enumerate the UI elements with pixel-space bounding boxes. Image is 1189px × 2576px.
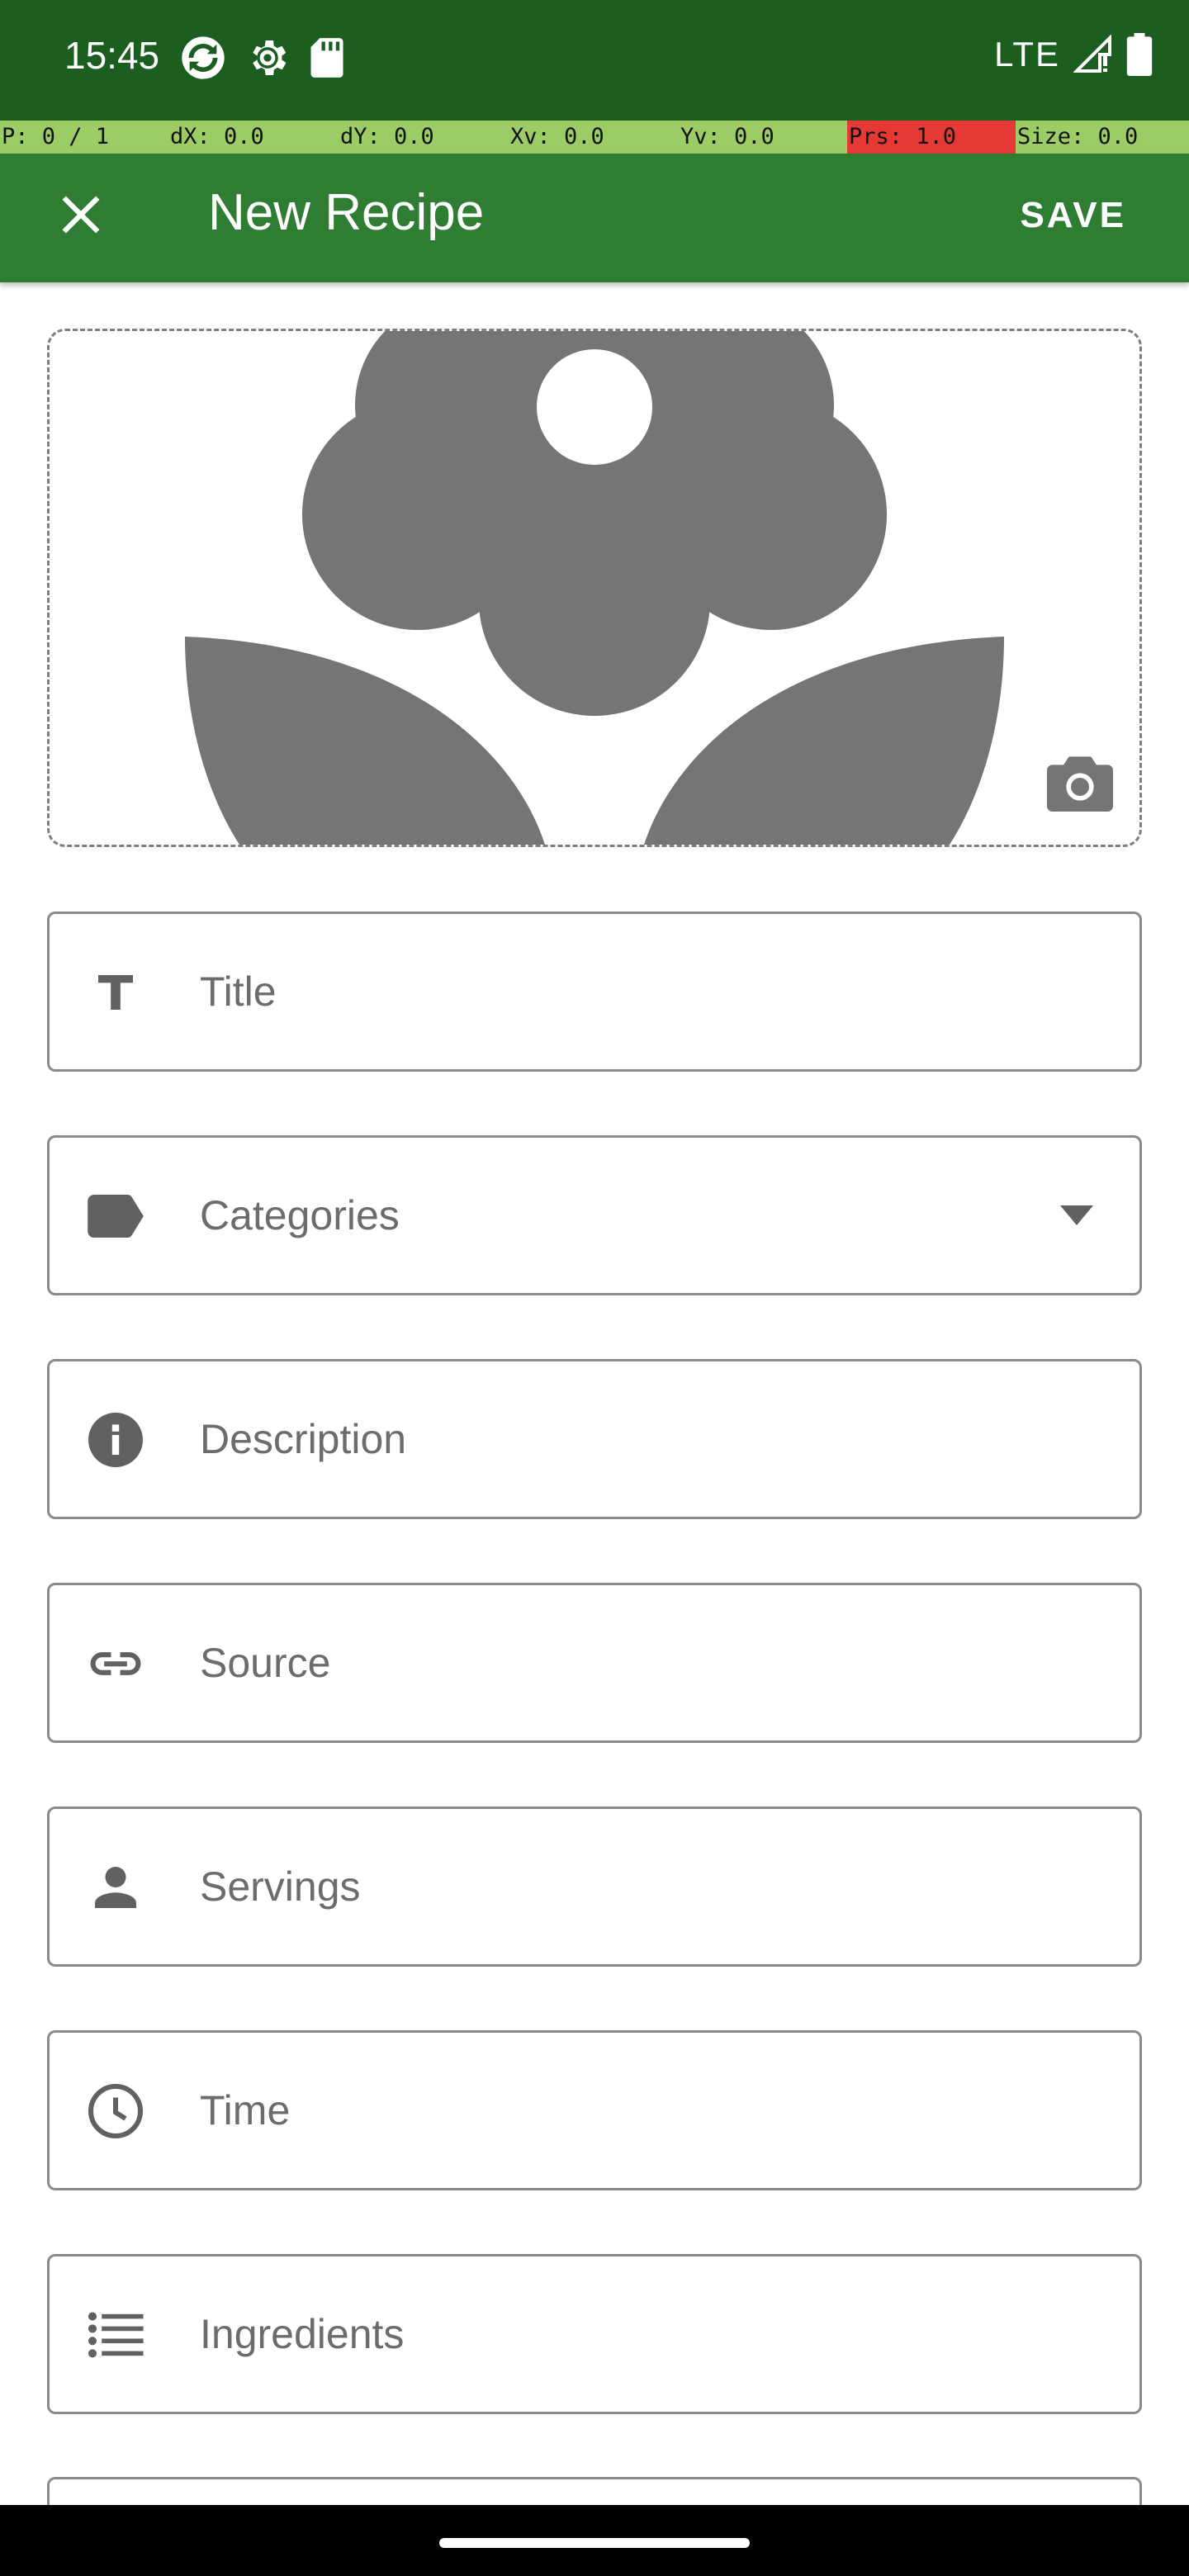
link-icon (90, 1652, 141, 1675)
ingredients-field-label: Ingredients (200, 2311, 405, 2357)
sdcard-icon (310, 38, 343, 78)
battery-icon (1126, 33, 1153, 76)
source-field-label: Source (200, 1640, 331, 1686)
close-button[interactable] (41, 175, 121, 254)
status-notification-icons (180, 35, 345, 81)
recipe-image-picker[interactable] (47, 329, 1142, 847)
camera-button[interactable] (1047, 754, 1113, 812)
camera-icon (1047, 756, 1113, 812)
status-time: 15:45 (64, 34, 160, 77)
clock-icon (88, 2084, 143, 2138)
overlay-pointer-count: P: 0 / 1 (0, 121, 168, 154)
overlay-size: Size: 0.0 (1016, 121, 1189, 154)
network-type: LTE (994, 35, 1060, 73)
servings-field[interactable]: Servings (47, 1807, 1142, 1967)
home-gesture-handle[interactable] (439, 2538, 750, 2548)
servings-field-label: Servings (200, 1863, 361, 1910)
time-field[interactable]: Time (47, 2030, 1142, 2190)
app-bar: New Recipe SAVE (0, 154, 1189, 282)
overlay-xv: Xv: 0.0 (509, 121, 679, 154)
overlay-yv: Yv: 0.0 (679, 121, 847, 154)
status-bar: 15:45 LTE (0, 0, 1189, 121)
page-title: New Recipe (208, 184, 485, 241)
signal-icon (1073, 35, 1111, 73)
title-field-label: Title (200, 968, 277, 1015)
list-icon (88, 2312, 144, 2358)
text-icon (98, 975, 133, 1010)
save-button[interactable]: SAVE (1020, 178, 1126, 253)
categories-field[interactable]: Categories (47, 1135, 1142, 1295)
pointer-location-overlay: P: 0 / 1 dX: 0.0 dY: 0.0 Xv: 0.0 Yv: 0.0… (0, 121, 1189, 154)
chevron-down-icon[interactable] (1057, 1199, 1097, 1232)
close-icon (62, 196, 100, 234)
description-field-label: Description (200, 1416, 407, 1462)
description-field[interactable]: Description (47, 1359, 1142, 1519)
settings-icon (253, 40, 287, 75)
navigation-bar (0, 2505, 1189, 2576)
sync-icon (182, 36, 225, 79)
label-icon (88, 1195, 144, 1238)
categories-field-label: Categories (200, 1192, 400, 1238)
flower-icon (185, 331, 1004, 845)
time-field-label: Time (200, 2087, 291, 2133)
status-system-icons: LTE (994, 33, 1153, 76)
overlay-dx: dX: 0.0 (168, 121, 339, 154)
overlay-pressure: Prs: 1.0 (847, 121, 1016, 154)
info-icon (88, 1413, 143, 1467)
overlay-dy: dY: 0.0 (339, 121, 509, 154)
ingredients-field[interactable]: Ingredients (47, 2254, 1142, 2414)
title-field[interactable]: Title (47, 912, 1142, 1072)
person-icon (95, 1867, 136, 1908)
source-field[interactable]: Source (47, 1583, 1142, 1743)
